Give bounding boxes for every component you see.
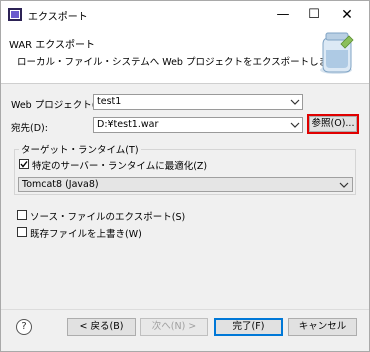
jar-banner-icon xyxy=(320,32,354,74)
export-source-checkbox[interactable] xyxy=(17,210,27,220)
title-bar: エクスポート — ☐ ✕ xyxy=(1,1,369,28)
wizard-title: WAR エクスポート xyxy=(9,40,96,51)
export-source-label: ソース・ファイルのエクスポート(S) xyxy=(30,212,186,223)
browse-button[interactable]: 参照(O)... xyxy=(309,116,357,132)
wizard-description: ローカル・ファイル・システムへ Web プロジェクトをエクスポートします。 xyxy=(17,57,347,68)
wizard-header: WAR エクスポート ローカル・ファイル・システムへ Web プロジェクトをエク… xyxy=(1,28,369,84)
overwrite-checkbox[interactable] xyxy=(17,227,27,237)
eclipse-app-icon xyxy=(8,8,22,21)
chevron-down-icon xyxy=(339,182,349,188)
minimize-icon[interactable]: — xyxy=(268,5,298,25)
maximize-icon[interactable]: ☐ xyxy=(299,5,329,25)
next-button[interactable]: 次へ(N) > xyxy=(140,318,208,336)
checkmark-icon xyxy=(20,161,28,168)
project-combo[interactable]: test1 xyxy=(93,94,303,110)
back-button[interactable]: < 戻る(B) xyxy=(67,318,136,336)
target-runtime-title: ターゲット・ランタイム(T) xyxy=(19,142,141,156)
overwrite-label: 既存ファイルを上書き(W) xyxy=(30,229,142,240)
cancel-button[interactable]: キャンセル xyxy=(288,318,357,336)
export-dialog: エクスポート — ☐ ✕ WAR エクスポート ローカル・ファイル・システムへ … xyxy=(0,0,370,352)
runtime-select[interactable]: Tomcat8 (Java8) xyxy=(18,177,353,192)
window-title: エクスポート xyxy=(28,12,88,23)
destination-value: D:¥test1.war xyxy=(97,119,159,130)
chevron-down-icon xyxy=(290,99,300,105)
destination-label: 宛先(D): xyxy=(11,123,48,134)
help-icon[interactable]: ? xyxy=(16,319,32,335)
footer-separator xyxy=(1,309,369,310)
chevron-down-icon xyxy=(290,122,300,128)
project-value: test1 xyxy=(97,96,122,107)
optimize-checkbox[interactable] xyxy=(19,159,29,169)
runtime-value: Tomcat8 (Java8) xyxy=(22,179,99,190)
optimize-label: 特定のサーバー・ランタイムに最適化(Z) xyxy=(32,161,208,172)
finish-button[interactable]: 完了(F) xyxy=(214,318,283,336)
destination-combo[interactable]: D:¥test1.war xyxy=(93,117,303,133)
close-icon[interactable]: ✕ xyxy=(332,5,362,25)
